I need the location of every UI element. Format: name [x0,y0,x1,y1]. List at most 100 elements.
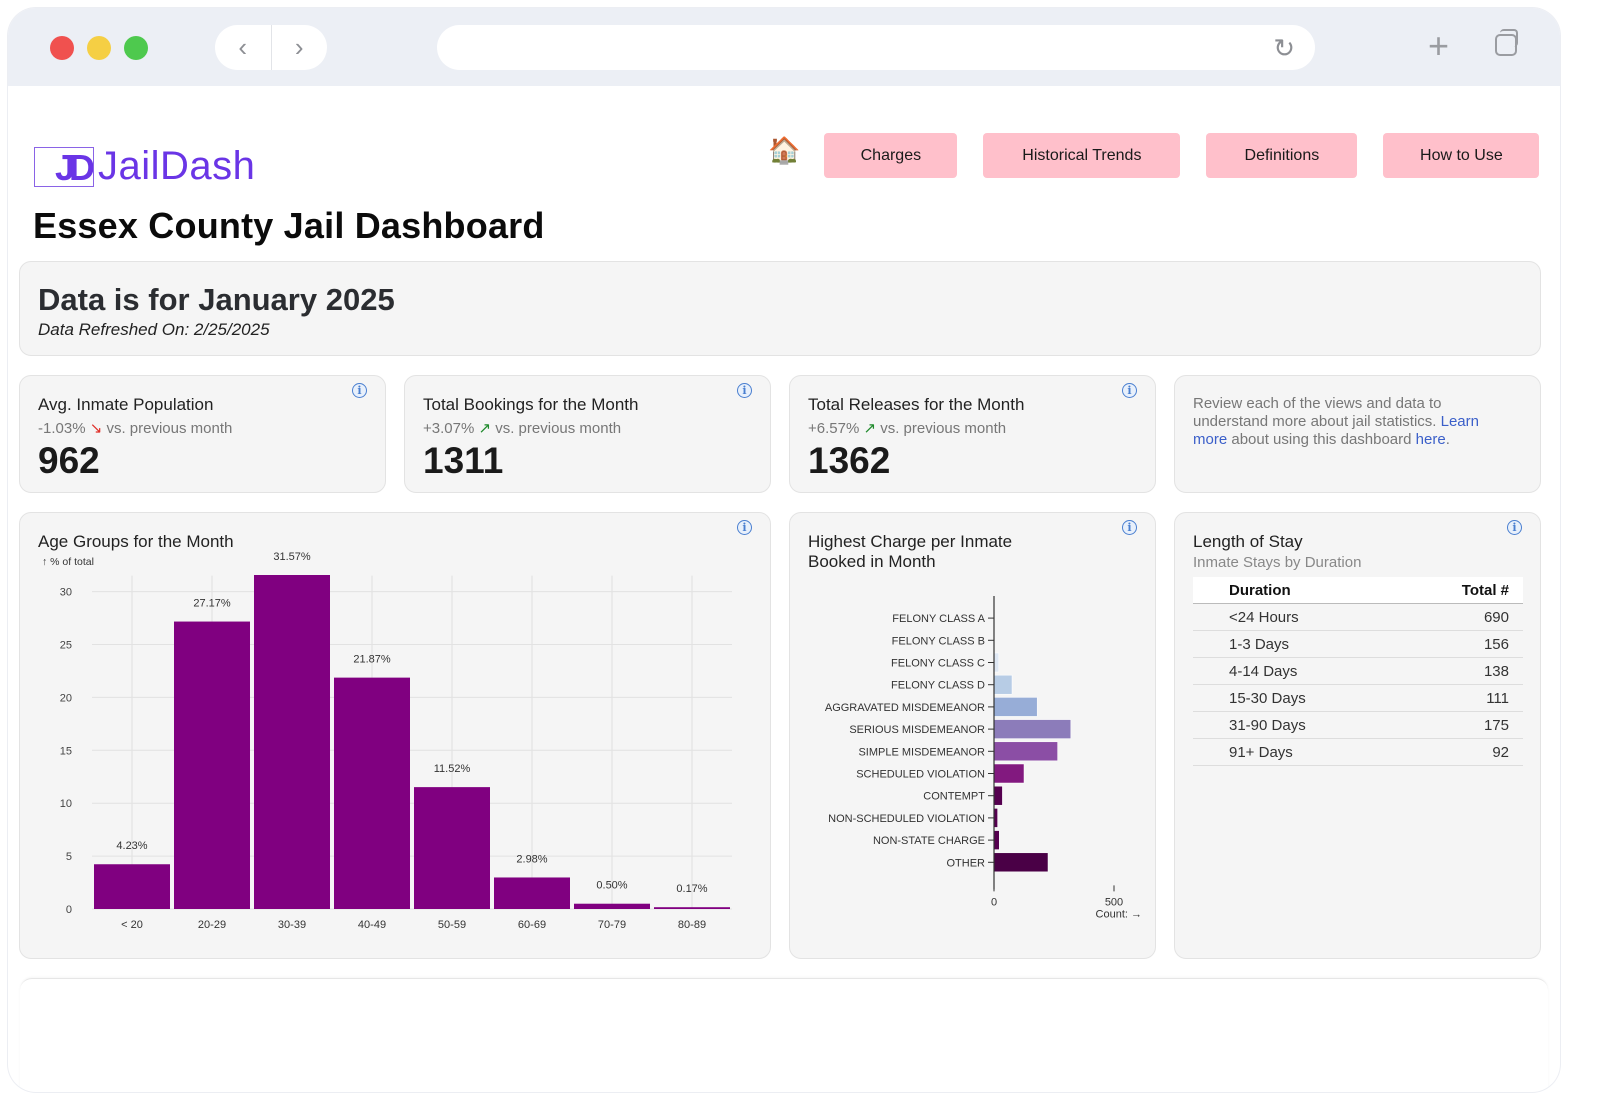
nav-definitions-button[interactable]: Definitions [1206,133,1357,178]
column-header-total[interactable]: Total # [1370,577,1523,604]
bar [994,831,999,850]
bar [494,877,570,909]
x-tick-label: 40-49 [358,919,386,931]
bar [94,864,170,909]
table-header-row: Duration Total # [1193,577,1523,604]
bar [334,678,410,909]
period-card: Data is for January 2025 Data Refreshed … [19,261,1541,356]
kpi-delta: +6.57% ↗ vs. previous month [808,419,1006,437]
brand-logo[interactable]: JD JailDash [34,144,255,189]
x-axis-label: Count: → [1096,908,1142,920]
bar [994,675,1012,694]
nav-historical-trends-button[interactable]: Historical Trends [983,133,1180,178]
total-cell: 111 [1370,685,1523,712]
table-row: <24 Hours690 [1193,604,1523,631]
here-link[interactable]: here [1416,431,1446,448]
total-cell: 92 [1370,739,1523,766]
table-row: 91+ Days92 [1193,739,1523,766]
top-nav: 🏠 Charges Historical Trends Definitions … [768,133,1539,178]
kpi-delta: -1.03% ↘ vs. previous month [38,419,232,437]
category-label: SCHEDULED VIOLATION [856,769,985,781]
total-cell: 690 [1370,604,1523,631]
x-tick-label: 30-39 [278,919,306,931]
kpi-label: Avg. Inmate Population [38,395,213,415]
browser-window: ‹ › ↻ + JD JailDash Essex County Jail Da… [8,8,1560,1092]
category-label: FELONY CLASS D [891,680,985,692]
bar [414,787,490,909]
delta-comparison: vs. previous month [495,420,621,437]
nav-charges-button[interactable]: Charges [824,133,957,178]
help-note-card: Review each of the views and data to und… [1174,375,1541,493]
bar [254,575,330,909]
info-icon[interactable]: i [1122,383,1137,398]
table-row: 4-14 Days138 [1193,658,1523,685]
data-label: 0.17% [676,883,707,895]
x-tick-label: 50-59 [438,919,466,931]
category-label: CONTEMPT [923,791,985,803]
category-label: FELONY CLASS B [892,635,985,647]
length-of-stay-card: i Length of Stay Inmate Stays by Duratio… [1174,512,1541,959]
delta-comparison: vs. previous month [880,420,1006,437]
note-text: . [1446,431,1450,448]
bar [574,904,650,909]
reload-icon[interactable]: ↻ [1273,33,1295,64]
bar [994,764,1024,783]
note-text: about using this dashboard [1227,431,1415,448]
delta-value: -1.03% [38,420,86,437]
page-title: Essex County Jail Dashboard [33,205,545,247]
chevron-right-icon: › [295,32,304,63]
category-label: FELONY CLASS C [891,658,985,670]
duration-cell: <24 Hours [1193,604,1370,631]
bar [994,720,1071,739]
back-button[interactable]: ‹ [215,25,271,70]
total-cell: 138 [1370,658,1523,685]
trend-down-icon: ↘ [90,420,103,437]
duration-cell: 15-30 Days [1193,685,1370,712]
y-tick-label: 5 [66,851,72,863]
category-label: NON-STATE CHARGE [873,835,985,847]
highest-charge-chart: FELONY CLASS A FELONY CLASS B FELONY CLASS… [790,513,1157,960]
category-label: AGGRAVATED MISDEMEANOR [825,702,985,714]
history-nav: ‹ › [215,25,327,70]
data-label: 0.50% [596,880,627,892]
kpi-label: Total Bookings for the Month [423,395,638,415]
kpi-card-total-bookings: i Total Bookings for the Month +3.07% ↗ … [404,375,771,493]
data-label: 21.87% [353,654,391,666]
data-label: 11.52% [434,763,471,775]
category-label: SERIOUS MISDEMEANOR [849,724,985,736]
kpi-card-avg-population: i Avg. Inmate Population -1.03% ↘ vs. pr… [19,375,386,493]
info-icon[interactable]: i [352,383,367,398]
forward-button[interactable]: › [272,25,328,70]
y-tick-label: 10 [60,798,72,810]
kpi-value: 962 [38,440,100,482]
maximize-window-button[interactable] [124,36,148,60]
address-bar[interactable]: ↻ [437,25,1315,70]
y-tick-label: 30 [60,587,72,599]
refresh-date: Data Refreshed On: 2/25/2025 [38,320,270,340]
total-cell: 156 [1370,631,1523,658]
info-icon[interactable]: i [1507,520,1522,535]
note-text: Review each of the views and data to und… [1193,395,1441,430]
home-icon[interactable]: 🏠 [768,135,800,166]
data-label: 31.57% [273,551,311,563]
bar [994,742,1058,761]
column-header-duration[interactable]: Duration [1193,577,1370,604]
table-row: 31-90 Days175 [1193,712,1523,739]
new-tab-button[interactable]: + [1428,25,1449,67]
tabs-overview-icon[interactable] [1495,34,1517,56]
duration-cell: 31-90 Days [1193,712,1370,739]
kpi-card-total-releases: i Total Releases for the Month +6.57% ↗ … [789,375,1156,493]
bar [994,697,1037,716]
table-row: 15-30 Days111 [1193,685,1523,712]
category-label: FELONY CLASS A [892,613,985,625]
info-icon[interactable]: i [737,383,752,398]
x-tick-label: 0 [991,896,997,908]
nav-how-to-use-button[interactable]: How to Use [1383,133,1539,178]
category-label: SIMPLE MISDEMEANOR [858,746,985,758]
table-row: 1-3 Days156 [1193,631,1523,658]
delta-comparison: vs. previous month [106,420,232,437]
x-tick-label: 20-29 [198,919,226,931]
close-window-button[interactable] [50,36,74,60]
minimize-window-button[interactable] [87,36,111,60]
duration-cell: 1-3 Days [1193,631,1370,658]
